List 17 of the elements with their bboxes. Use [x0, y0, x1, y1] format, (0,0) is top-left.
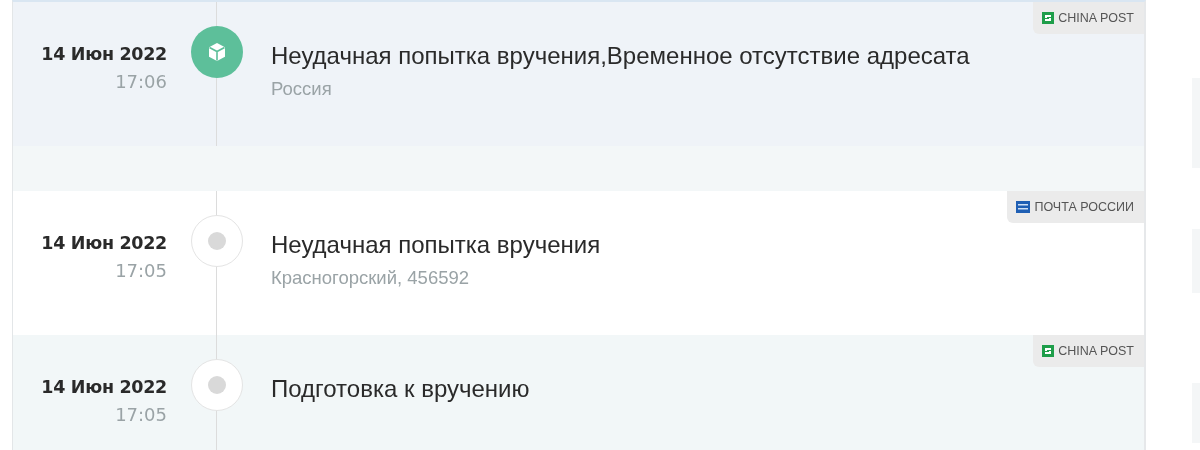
russian-post-logo-icon — [1016, 201, 1031, 213]
event-date: 14 Июн 2022 — [40, 377, 167, 397]
event-date: 14 Июн 2022 — [40, 44, 167, 64]
event-date: 14 Июн 2022 — [40, 233, 167, 253]
event-time: 17:06 — [114, 71, 167, 92]
carrier-badge: CHINA POST — [1033, 2, 1144, 34]
event-time: 17:05 — [114, 260, 167, 281]
event-title: Подготовка к вручению — [271, 375, 530, 403]
event-title: Неудачная попытка вручения — [271, 231, 601, 259]
china-post-logo-icon — [1042, 12, 1055, 24]
event-title: Неудачная попытка вручения,Временное отсутствие адресата — [271, 42, 970, 70]
carrier-badge: ПОЧТА РОССИИ — [1007, 191, 1144, 223]
event-location: Красногорский, 456592 — [271, 267, 471, 289]
carrier-badge: CHINA POST — [1033, 335, 1144, 367]
china-post-logo-icon — [1042, 345, 1055, 357]
event-time: 17:05 — [114, 404, 167, 425]
event-location: Россия — [271, 78, 333, 100]
